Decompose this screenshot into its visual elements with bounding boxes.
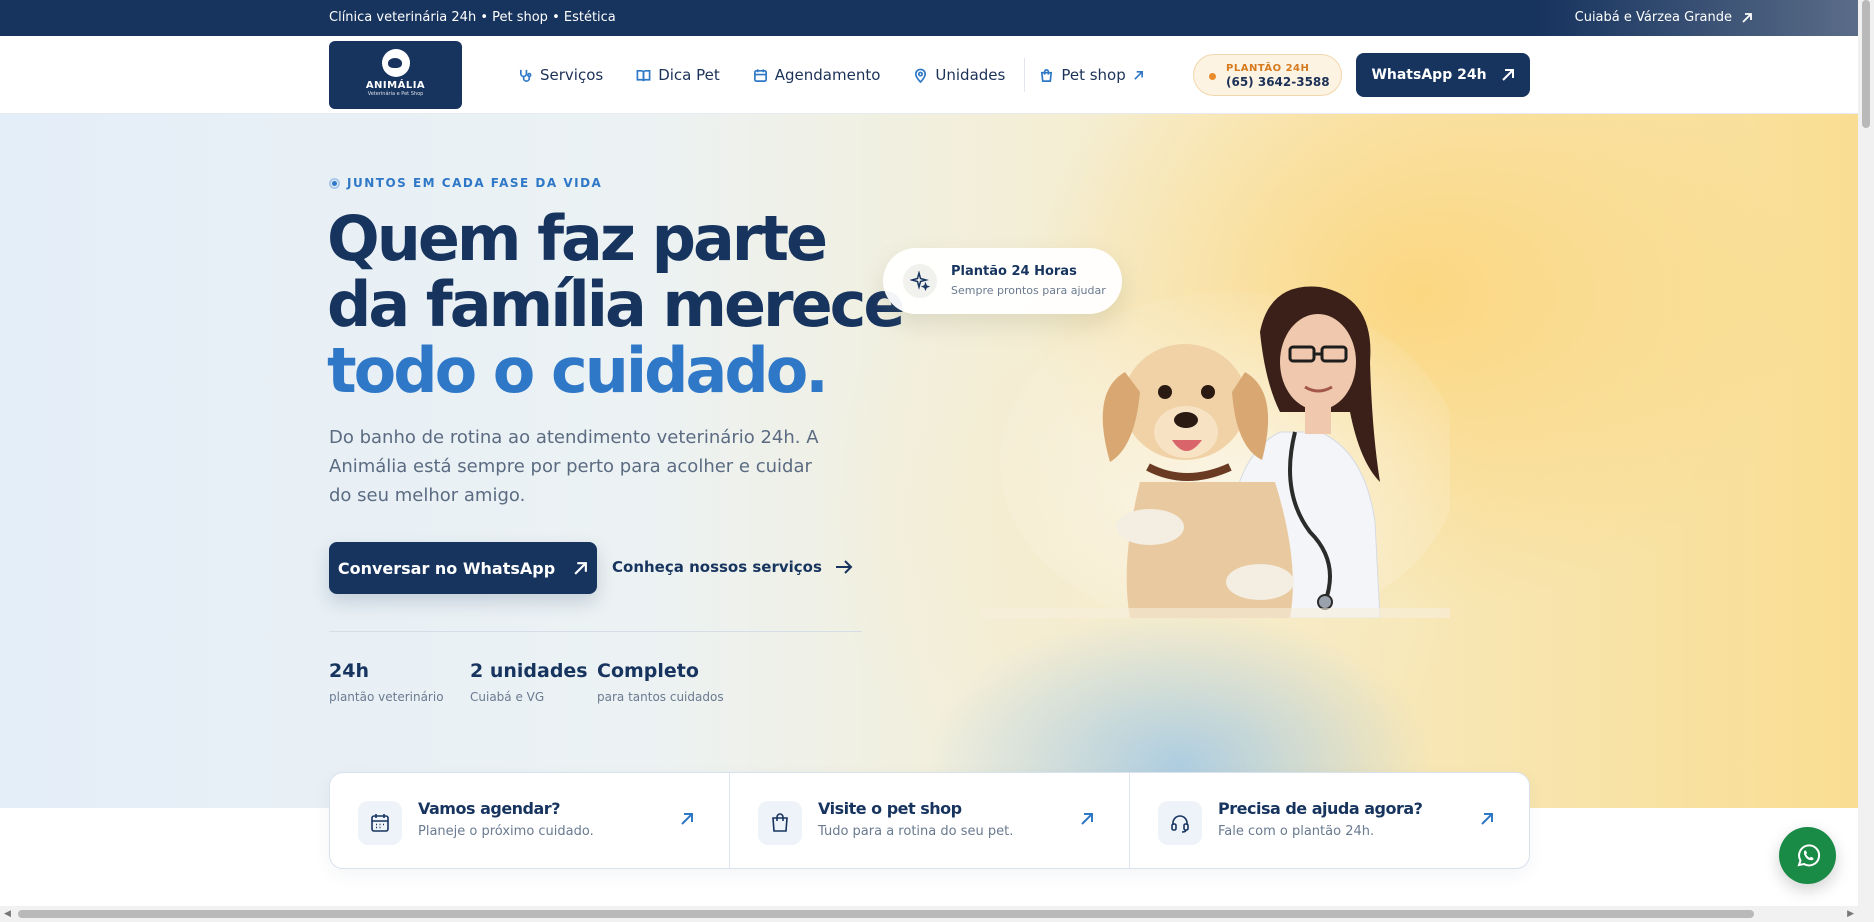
plantao-phone: (65) 3642-3588	[1226, 75, 1330, 89]
shopping-bag-icon	[1041, 68, 1053, 82]
nav-item-label: Agendamento	[774, 66, 881, 84]
topbar-location-link[interactable]: Cuiabá e Várzea Grande	[1575, 10, 1754, 25]
nav-item-agendamento[interactable]: Agendamento	[753, 66, 881, 84]
topbar-location-label: Cuiabá e Várzea Grande	[1574, 10, 1732, 25]
badge-subtitle: Sempre prontos para ajudar	[951, 284, 1106, 297]
headset-icon	[1158, 801, 1202, 845]
plantao-label: PLANTÃO 24H	[1226, 63, 1310, 74]
main-nav: Serviços Dica Pet Agendamento Unidades P…	[518, 36, 1177, 114]
stethoscope-icon	[519, 69, 532, 82]
whatsapp-cta-label: Conversar no WhatsApp	[337, 558, 556, 578]
badge-title: Plantão 24 Horas	[951, 264, 1077, 279]
stat-value: 24h	[329, 660, 369, 682]
quick-actions: Vamos agendar? Planeje o próximo cuidado…	[329, 772, 1530, 869]
hero-lead: Do banho de rotina ao atendimento veteri…	[329, 427, 819, 506]
dot-icon	[329, 177, 340, 189]
quick-card-pet-shop[interactable]: Visite o pet shop Tudo para a rotina do …	[730, 773, 1130, 868]
quick-card-subtitle: Planeje o próximo cuidado.	[418, 824, 594, 839]
quick-card-subtitle: Fale com o plantão 24h.	[1218, 824, 1375, 839]
nav-divider	[1024, 58, 1026, 92]
headline-line-1: Quem faz parte	[327, 202, 828, 275]
stat-value: Completo	[597, 660, 699, 682]
arrow-up-right-icon	[574, 561, 588, 575]
top-info-bar: Clínica veterinária 24h • Pet shop • Est…	[0, 0, 1858, 36]
stat-24h: 24h plantão veterinário	[329, 660, 444, 704]
quick-card-title: Vamos agendar?	[418, 799, 560, 818]
stat-completo: Completo para tantos cuidados	[597, 660, 724, 704]
vertical-scrollbar-thumb[interactable]	[1862, 0, 1870, 128]
vet-with-dog-photo	[980, 286, 1450, 618]
stat-label: Cuiabá e VG	[470, 690, 545, 704]
whatsapp-header-button[interactable]: WhatsApp 24h	[1356, 53, 1530, 97]
scroll-left-icon[interactable]: ◀	[4, 909, 11, 919]
stat-value: 2 unidades	[470, 660, 588, 682]
arrow-up-right-icon	[1481, 813, 1493, 825]
arrow-up-right-icon	[1133, 70, 1143, 80]
plantao-24h-badge: Plantão 24 Horas Sempre prontos para aju…	[883, 248, 1122, 314]
whatsapp-header-label: WhatsApp 24h	[1371, 67, 1487, 83]
calendar-icon	[358, 801, 402, 845]
vertical-scrollbar[interactable]	[1858, 0, 1874, 906]
scroll-right-icon[interactable]: ▶	[1847, 909, 1854, 919]
logo-subtitle: Veterinária e Pet Shop	[367, 91, 424, 97]
book-icon	[636, 69, 651, 81]
horizontal-scrollbar[interactable]: ◀ ▶	[0, 906, 1874, 922]
services-link-label: Conheça nossos serviços	[612, 558, 822, 576]
nav-item-dica-pet[interactable]: Dica Pet	[636, 66, 720, 84]
stat-unidades: 2 unidades Cuiabá e VG	[470, 660, 588, 704]
topbar-tagline: Clínica veterinária 24h • Pet shop • Est…	[329, 10, 616, 25]
arrow-up-right-icon	[1081, 813, 1093, 825]
hero-headline: Quem faz parte da família merece todo o …	[327, 202, 905, 407]
shopping-bag-icon	[758, 801, 802, 845]
stat-label: para tantos cuidados	[597, 690, 724, 704]
quick-card-subtitle: Tudo para a rotina do seu pet.	[818, 824, 1014, 839]
logo[interactable]: ANIMÁLIA Veterinária e Pet Shop	[329, 41, 462, 109]
arrow-up-right-icon	[1501, 69, 1514, 81]
headline-line-3: todo o cuidado.	[327, 334, 829, 407]
services-link[interactable]: Conheça nossos serviços	[612, 558, 854, 576]
calendar-icon	[753, 68, 767, 82]
whatsapp-cta-button[interactable]: Conversar no WhatsApp	[329, 542, 597, 594]
hero-eyebrow-text: JUNTOS EM CADA FASE DA VIDA	[347, 176, 603, 190]
site-header: ANIMÁLIA Veterinária e Pet Shop Serviços…	[0, 36, 1858, 114]
headline-line-2: da família merece	[327, 268, 905, 341]
hero-divider	[329, 631, 862, 632]
nav-item-servicos[interactable]: Serviços	[518, 66, 603, 84]
quick-card-title: Precisa de ajuda agora?	[1218, 799, 1423, 818]
arrow-up-right-icon	[681, 813, 693, 825]
nav-item-label: Dica Pet	[658, 66, 720, 84]
map-pin-icon	[915, 68, 927, 83]
whatsapp-floating-button[interactable]	[1779, 827, 1836, 884]
horizontal-scrollbar-thumb[interactable]	[18, 910, 1754, 918]
hero-eyebrow: JUNTOS EM CADA FASE DA VIDA	[329, 176, 602, 190]
hero-section: JUNTOS EM CADA FASE DA VIDA Quem faz par…	[0, 114, 1858, 808]
nav-item-unidades[interactable]: Unidades	[913, 66, 1005, 84]
plantao-phone-pill[interactable]: PLANTÃO 24H (65) 3642-3588	[1193, 54, 1342, 96]
sparkles-icon	[903, 264, 937, 298]
nav-item-label: Unidades	[935, 66, 1006, 84]
nav-item-label: Serviços	[540, 66, 604, 84]
logo-mark-icon	[381, 49, 410, 77]
nav-item-label: Pet shop	[1061, 66, 1126, 84]
quick-card-title: Visite o pet shop	[818, 799, 962, 818]
arrow-up-right-icon	[1742, 12, 1752, 23]
arrow-right-icon	[835, 560, 853, 574]
whatsapp-icon	[1797, 843, 1820, 866]
logo-name: ANIMÁLIA	[365, 80, 426, 91]
quick-card-agendar[interactable]: Vamos agendar? Planeje o próximo cuidado…	[330, 773, 730, 868]
nav-item-pet-shop[interactable]: Pet shop	[1039, 66, 1143, 84]
stat-label: plantão veterinário	[329, 690, 444, 704]
status-dot-icon	[1209, 73, 1216, 80]
quick-card-ajuda[interactable]: Precisa de ajuda agora? Fale com o plant…	[1130, 773, 1529, 868]
